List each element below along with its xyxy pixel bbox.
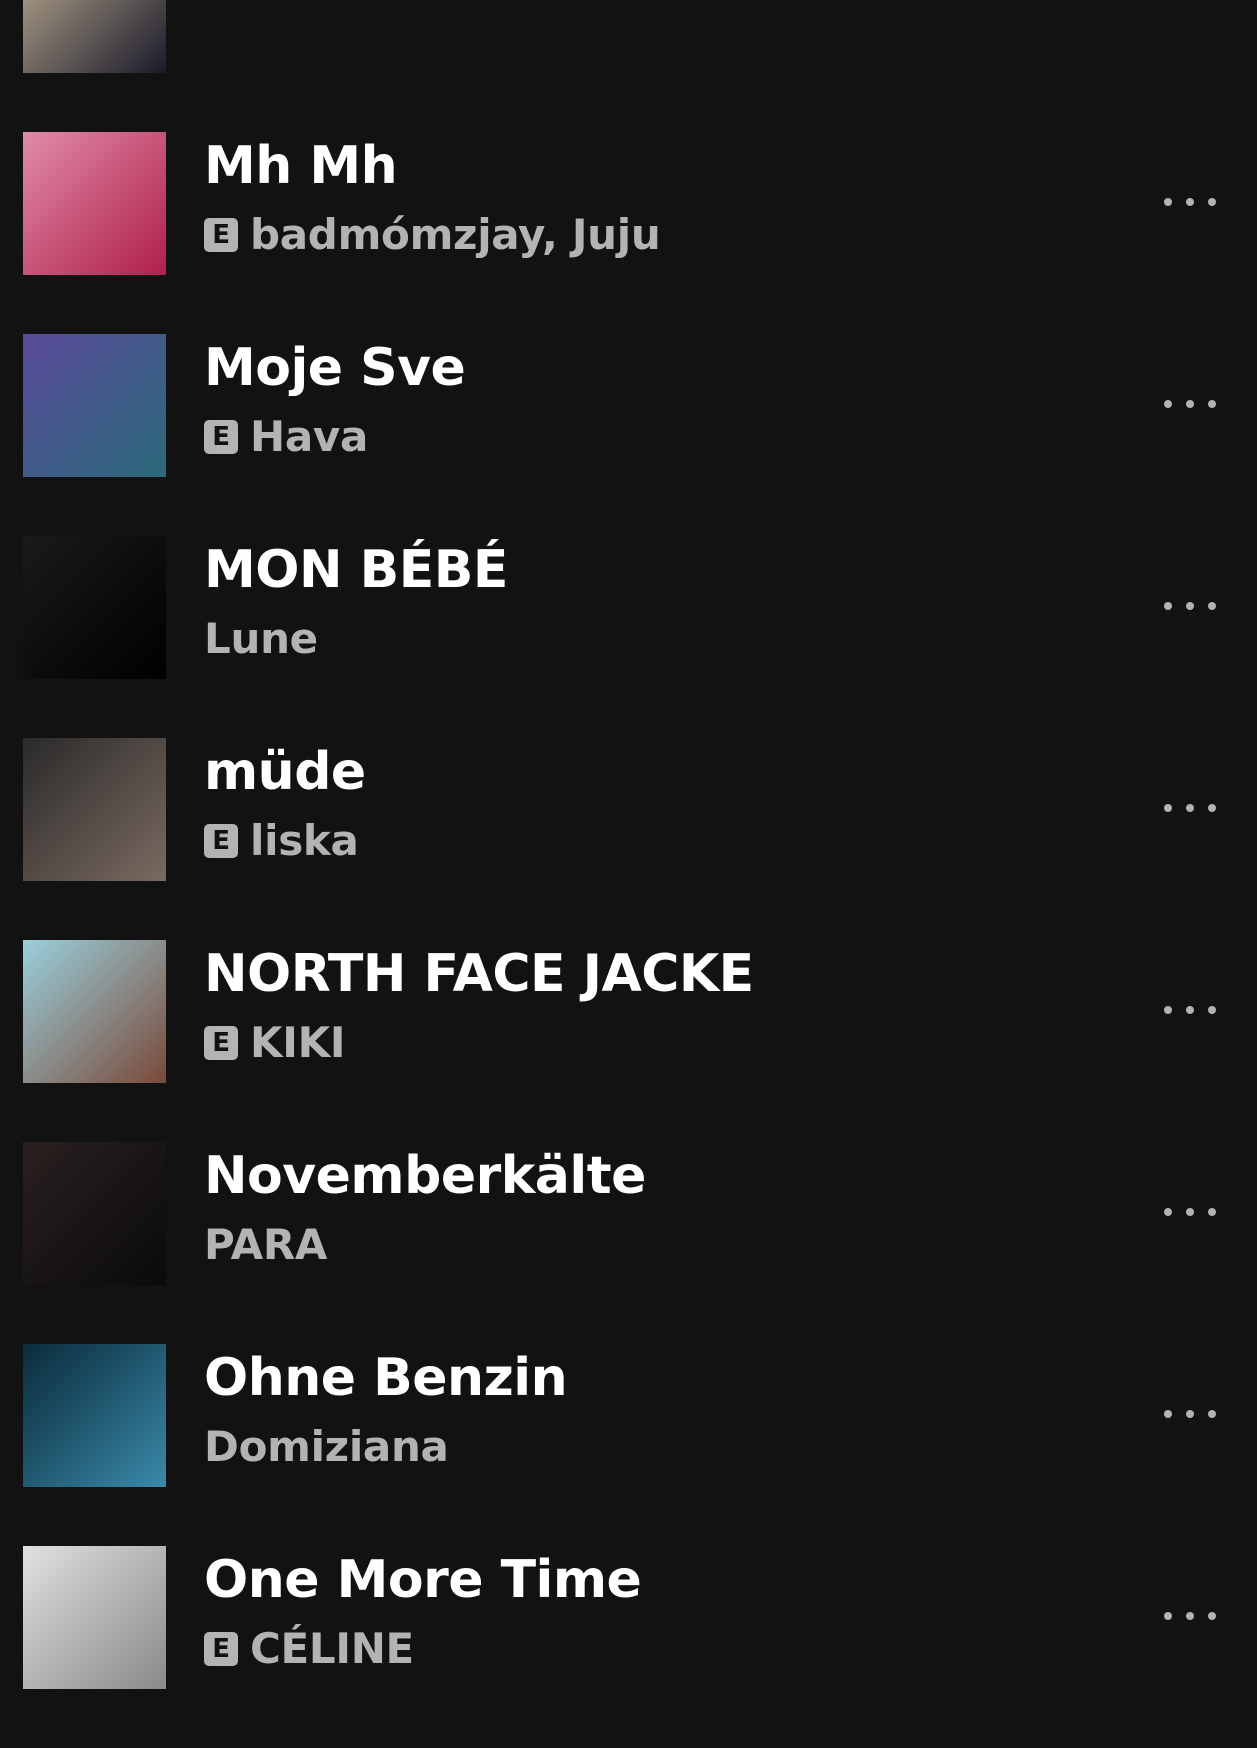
album-art <box>23 1142 166 1285</box>
track-artist: liska <box>250 816 359 865</box>
explicit-badge: E <box>204 419 238 454</box>
track-artist: badmómzjay, Juju <box>250 210 661 259</box>
album-art <box>23 334 166 477</box>
track-artist-line: E badmómzjay, Juju <box>204 210 661 259</box>
track-row[interactable]: NORTH FACE JACKE E KIKI <box>0 940 1257 1142</box>
track-artist-line: E CÉLINE <box>204 1624 414 1673</box>
track-artist: Lune <box>204 614 318 663</box>
track-artist: KIKI <box>250 1018 346 1067</box>
track-artist-line: PARA <box>204 1220 327 1269</box>
more-horizontal-icon[interactable] <box>1164 1596 1216 1636</box>
more-horizontal-icon[interactable] <box>1164 1192 1216 1232</box>
track-title: Novemberkälte <box>204 1146 646 1206</box>
track-title: Ohne Benzin <box>204 1348 568 1408</box>
track-title: One More Time <box>204 1550 642 1610</box>
album-art <box>23 1344 166 1487</box>
track-row[interactable]: Moje Sve E Hava <box>0 334 1257 536</box>
track-artist-line: Domiziana <box>204 1422 449 1471</box>
track-row[interactable]: MON BÉBÉ Lune <box>0 536 1257 738</box>
track-artist-line: Lune <box>204 614 318 663</box>
track-row[interactable]: Mh Mh E badmómzjay, Juju <box>0 132 1257 334</box>
more-horizontal-icon[interactable] <box>1164 788 1216 828</box>
track-artist: Domiziana <box>204 1422 449 1471</box>
album-art <box>23 738 166 881</box>
track-row[interactable]: Novemberkälte PARA <box>0 1142 1257 1344</box>
more-horizontal-icon[interactable] <box>1164 1394 1216 1434</box>
track-artist-line: E liska <box>204 816 359 865</box>
track-row[interactable]: 01099, Verifiziert, Gustav, Zachi <box>0 0 1257 132</box>
explicit-badge: E <box>204 217 238 252</box>
track-title: Mh Mh <box>204 136 398 196</box>
track-title: Moje Sve <box>204 338 466 398</box>
track-artist-line: E KIKI <box>204 1018 345 1067</box>
album-art <box>23 0 166 73</box>
track-title: MON BÉBÉ <box>204 540 508 600</box>
album-art <box>23 940 166 1083</box>
more-horizontal-icon[interactable] <box>1164 182 1216 222</box>
track-row[interactable]: Ohne Benzin Domiziana <box>0 1344 1257 1546</box>
track-artist-line: E Hava <box>204 412 368 461</box>
album-art <box>23 1546 166 1689</box>
album-art <box>23 536 166 679</box>
explicit-badge: E <box>204 1631 238 1666</box>
track-row[interactable]: One More Time E CÉLINE <box>0 1546 1257 1748</box>
explicit-badge: E <box>204 1025 238 1060</box>
explicit-badge: E <box>204 823 238 858</box>
track-artist: CÉLINE <box>250 1624 414 1673</box>
more-horizontal-icon[interactable] <box>1164 990 1216 1030</box>
track-artist: Hava <box>250 412 369 461</box>
track-artist: PARA <box>204 1220 328 1269</box>
track-row[interactable]: müde E liska <box>0 738 1257 940</box>
track-title: müde <box>204 742 366 802</box>
track-title: NORTH FACE JACKE <box>204 944 754 1004</box>
album-art <box>23 132 166 275</box>
more-horizontal-icon[interactable] <box>1164 384 1216 424</box>
more-horizontal-icon[interactable] <box>1164 586 1216 626</box>
